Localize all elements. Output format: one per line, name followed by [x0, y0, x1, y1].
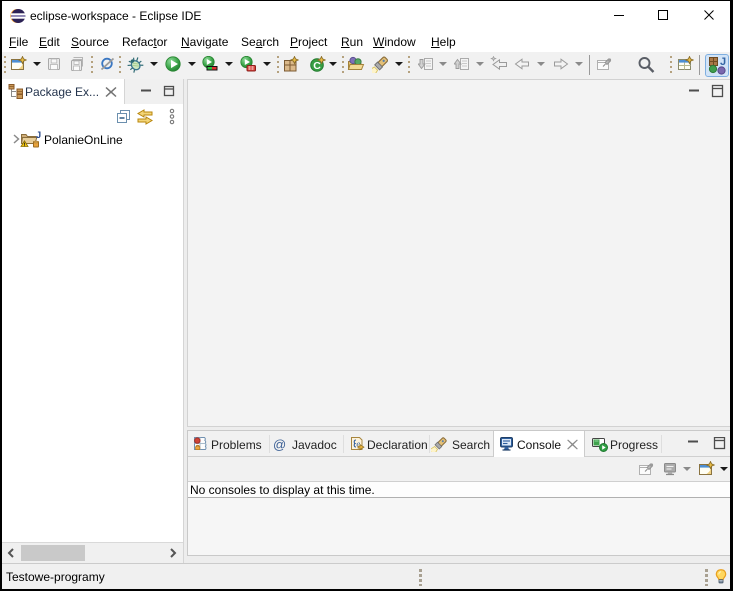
svg-text:J: J — [720, 56, 726, 68]
svg-text:J: J — [36, 130, 41, 141]
svg-text:C: C — [313, 60, 321, 72]
